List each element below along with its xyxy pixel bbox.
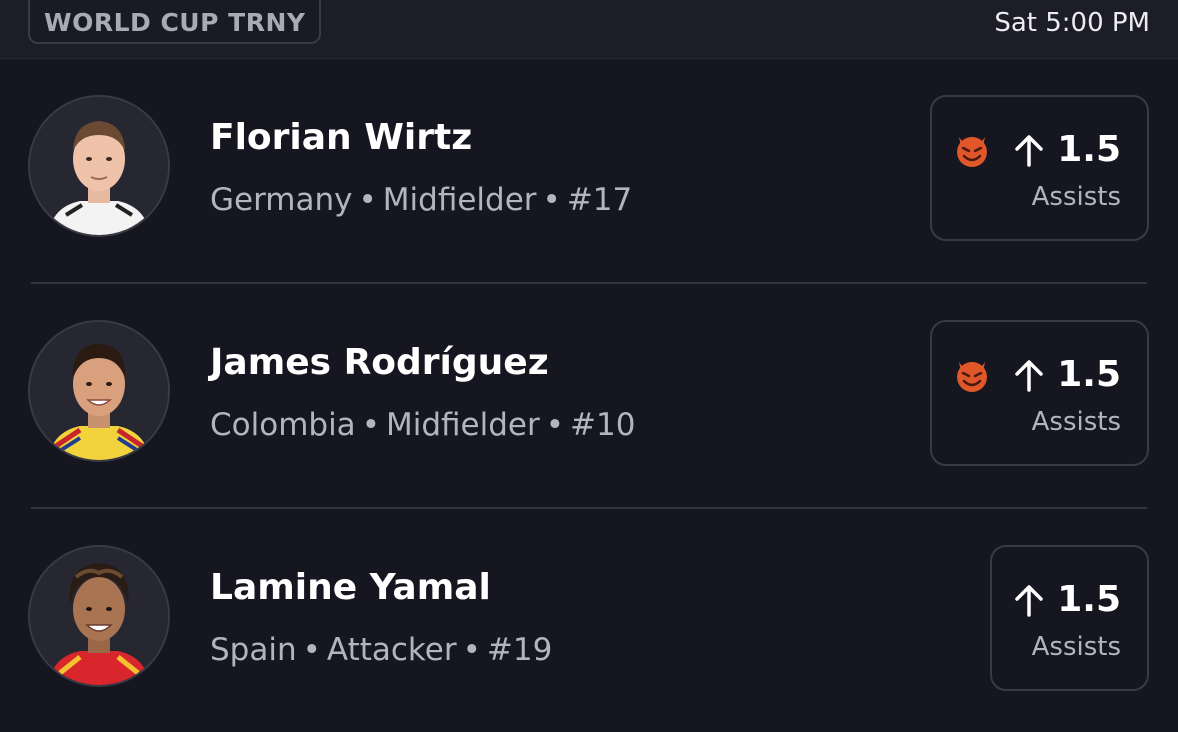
player-avatar (28, 320, 170, 462)
prop-card[interactable]: 1.5 Assists (930, 95, 1149, 241)
separator-dot: • (542, 182, 561, 218)
prop-card[interactable]: 1.5 Assists (990, 545, 1149, 691)
line-value: 1.5 (1057, 354, 1121, 395)
line-row: 1.5 (953, 127, 1121, 173)
separator-dot: • (358, 182, 377, 218)
arrow-up-icon (1013, 133, 1045, 167)
player-position: Midfielder (385, 407, 540, 443)
stat-label: Assists (1031, 632, 1121, 662)
player-details: Germany • Midfielder • #17 (210, 180, 632, 220)
arrow-up-icon (1013, 358, 1045, 392)
separator-dot: • (462, 632, 481, 668)
player-name: Florian Wirtz (210, 117, 473, 158)
stat-label: Assists (1031, 182, 1121, 212)
player-avatar (28, 545, 170, 687)
arrow-up-icon (1013, 583, 1045, 617)
player-country: Spain (210, 632, 297, 668)
player-row[interactable]: Lamine Yamal Spain • Attacker • #19 1.5 Assi… (0, 508, 1178, 732)
line-value: 1.5 (1057, 129, 1121, 170)
player-position: Midfielder (382, 182, 537, 218)
separator-dot: • (302, 632, 321, 668)
player-avatar (28, 95, 170, 237)
player-position: Attacker (326, 632, 457, 668)
stat-label: Assists (1031, 407, 1121, 437)
line-value: 1.5 (1057, 579, 1121, 620)
line-row: 1.5 (953, 352, 1121, 398)
player-details: Spain • Attacker • #19 (210, 630, 552, 670)
tournament-tag[interactable]: WORLD CUP TRNY (28, 0, 322, 44)
player-name: Lamine Yamal (210, 567, 491, 608)
player-number: #10 (570, 407, 636, 443)
player-name: James Rodríguez (210, 342, 549, 383)
separator-dot: • (545, 407, 565, 443)
player-country: Germany (210, 182, 353, 218)
player-number: #19 (486, 632, 553, 668)
player-row[interactable]: Florian Wirtz Germany • Midfielder • #17 1.5 (0, 58, 1178, 282)
player-country: Colombia (210, 407, 356, 443)
smiling-devil-icon (953, 356, 991, 394)
player-details: Colombia • Midfielder • #10 (210, 405, 635, 445)
prop-card[interactable]: 1.5 Assists (930, 320, 1149, 466)
top-bar: WORLD CUP TRNY Sat 5:00 PM (0, 0, 1178, 59)
player-row[interactable]: James Rodríguez Colombia • Midfielder • #10 … (0, 283, 1178, 507)
game-time: Sat 5:00 PM (994, 8, 1150, 38)
smiling-devil-icon (953, 131, 991, 169)
line-row: 1.5 (1013, 577, 1121, 623)
player-number: #17 (566, 182, 633, 218)
separator-dot: • (361, 407, 380, 443)
